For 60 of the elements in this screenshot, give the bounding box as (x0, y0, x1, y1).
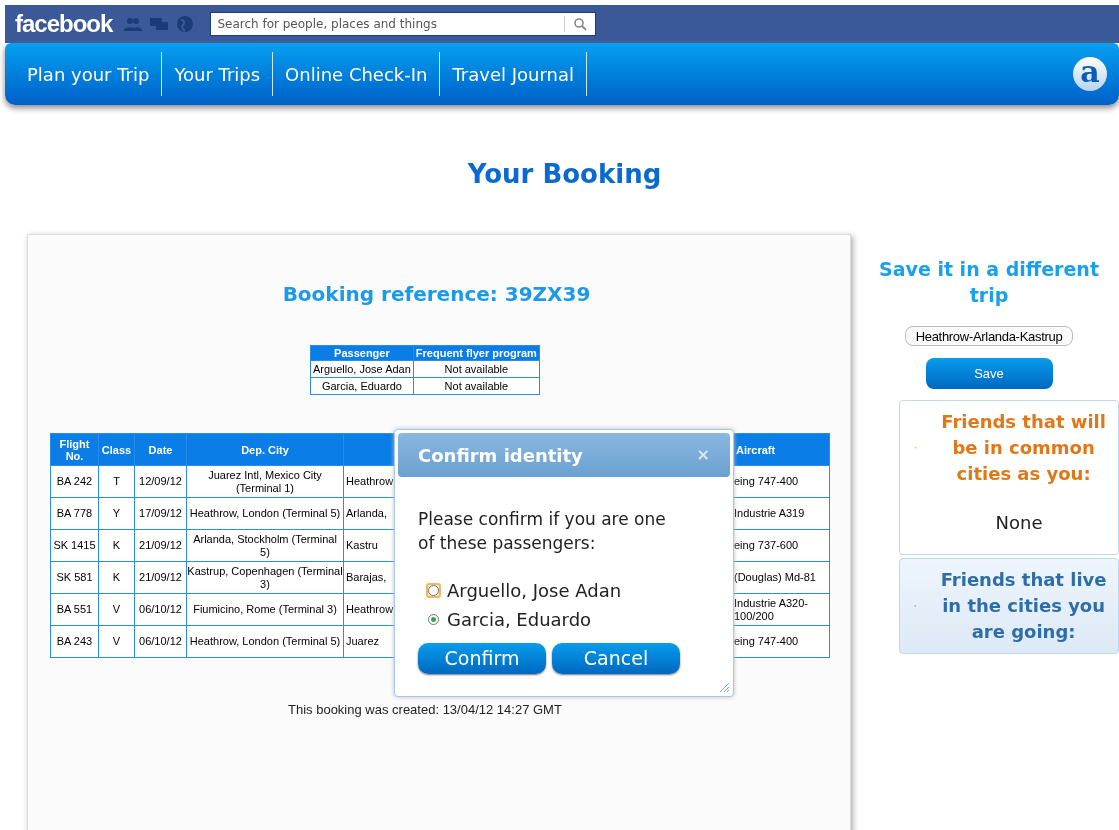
page-title: Your Booking (466, 158, 663, 191)
table-cell: BA 242 (50, 465, 99, 498)
table-cell: SK 1415 (50, 529, 99, 562)
search-icon[interactable] (573, 17, 588, 31)
column-header: Passenger (310, 345, 414, 361)
created-note: This booking was created: 13/04/12 14:27 GMT (288, 701, 563, 719)
table-cell: eing 737-600 (731, 529, 830, 562)
table-cell: (Douglas) Md-81 (731, 561, 830, 594)
table-cell: Industrie A320-100/200 (731, 593, 830, 626)
nav-link[interactable]: Plan your Trip (15, 60, 162, 88)
table-cell: 06/10/12 (134, 625, 187, 658)
table-cell: 06/10/12 (134, 593, 187, 626)
search-field[interactable]: Search for people, places and things (211, 15, 565, 33)
messages-icon[interactable] (150, 16, 169, 32)
panel-title: Friends that live in the cities you are going: (939, 568, 1108, 644)
table-cell: 12/09/12 (134, 465, 187, 498)
table-cell: eing 747-400 (731, 625, 830, 658)
table-cell: 21/09/12 (134, 561, 187, 594)
table-cell: Juarez Intl, Mexico City (Terminal 1) (186, 465, 344, 498)
trip-name-field[interactable]: Heathrow-Arlanda-Kastrup (905, 326, 1073, 346)
column-header: Class (98, 433, 135, 466)
dialog-title: Confirm identity (418, 443, 583, 468)
table-cell: BA 243 (50, 625, 99, 658)
table-cell: Arlanda, Stockholm (Terminal 5) (186, 529, 344, 562)
search-box[interactable]: Search for people, places and things (210, 12, 597, 36)
column-header: Dep. City (186, 433, 344, 466)
panel-content: None (994, 511, 1044, 535)
table-cell: Heathrow, London (Terminal 5) (186, 497, 344, 530)
cancel-button[interactable]: Cancel (552, 643, 680, 674)
resize-handle-icon[interactable] (718, 681, 730, 693)
globe-icon[interactable] (176, 15, 195, 33)
booking-reference: Booking reference: 39ZX39 (281, 281, 592, 308)
table-cell: Heathrow, London (Terminal 5) (186, 625, 344, 658)
table-cell: SK 581 (50, 561, 99, 594)
brand-logo[interactable]: a (1073, 57, 1107, 91)
accordion-header[interactable]: Friends that live in the cities you are going: (900, 559, 1118, 653)
table-cell: BA 551 (50, 593, 99, 626)
radio-button[interactable] (428, 585, 439, 596)
table-cell: BA 778 (50, 497, 99, 530)
panel-title: Friends that will be in common cities as you: (940, 410, 1107, 486)
table-cell: 17/09/12 (134, 497, 187, 530)
confirm-button[interactable]: Confirm (418, 643, 546, 674)
accordion-header[interactable]: Friends that will be in common cities as you: (900, 401, 1118, 495)
nav-link[interactable]: Travel Journal (440, 60, 586, 88)
table-cell: Industrie A319 (731, 497, 830, 530)
logo[interactable]: facebook (15, 12, 113, 36)
nav-link[interactable]: Online Check-In (273, 60, 440, 88)
column-header: Date (134, 433, 187, 466)
friends-icon[interactable] (124, 16, 143, 32)
table-cell: eing 747-400 (731, 465, 830, 498)
save-button[interactable]: Save (925, 358, 1053, 389)
sidebar-title: Save it in a different trip (878, 257, 1100, 308)
column-header: Flight No. (50, 433, 99, 466)
column-header: Frequent flyer program (413, 345, 540, 361)
radio-button[interactable] (428, 614, 439, 625)
table-cell: Fiumicino, Rome (Terminal 3) (186, 593, 344, 626)
table-cell: 21/09/12 (134, 529, 187, 562)
column-header: Aircraft (731, 433, 830, 466)
table-cell: Kastrup, Copenhagen (Terminal 3) (186, 561, 344, 594)
nav-link[interactable]: Your Trips (162, 60, 273, 88)
